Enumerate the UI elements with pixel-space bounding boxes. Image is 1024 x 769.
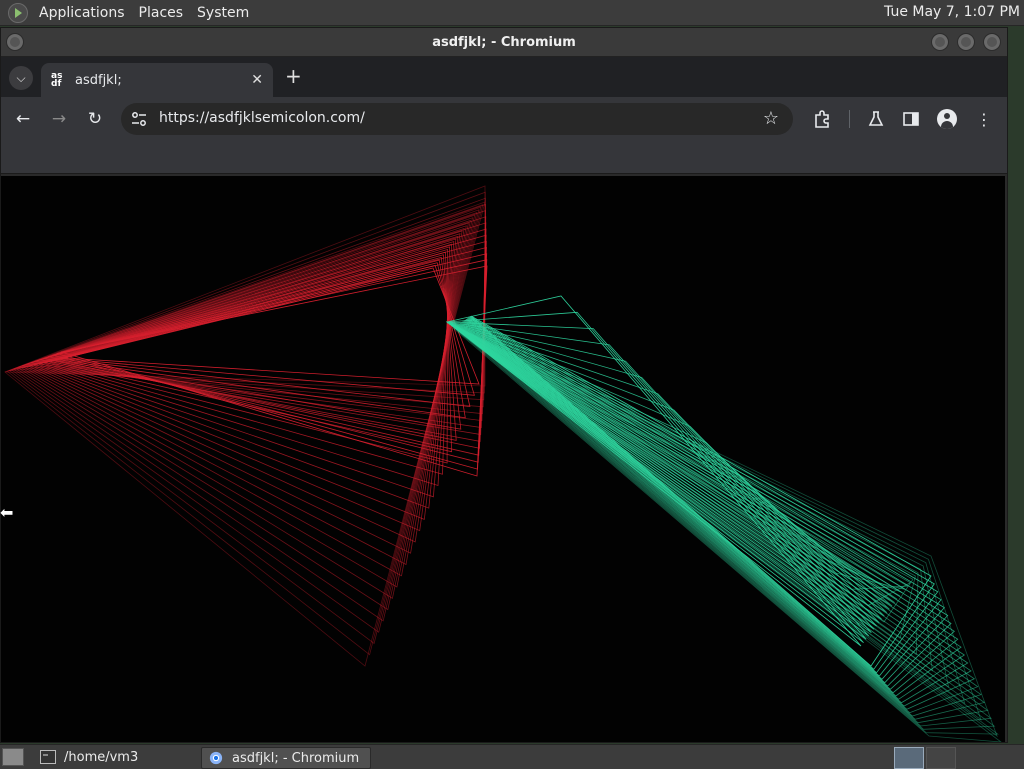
red-line [4, 201, 486, 667]
green-line [446, 321, 875, 630]
side-panel-icon[interactable] [902, 110, 920, 128]
red-line [4, 185, 486, 387]
applications-menu[interactable]: Applications [32, 5, 132, 21]
forward-arrow-icon[interactable]: → [50, 109, 68, 129]
star-icon[interactable]: ☆ [763, 108, 779, 129]
url-text[interactable]: https://asdfjklsemicolon.com/ [159, 110, 365, 126]
distro-logo-icon[interactable] [8, 2, 28, 23]
puzzle-icon[interactable] [813, 110, 831, 128]
line-art-canvas [4, 185, 1002, 742]
minimize-button[interactable] [931, 33, 949, 51]
terminal-icon [40, 750, 56, 764]
tune-icon[interactable] [131, 111, 147, 127]
tab-search-button[interactable]: ⌵ [9, 66, 33, 90]
red-line [48, 246, 487, 456]
system-menu[interactable]: System [190, 5, 256, 21]
browser-toolbar: ← → ↻ https://asdfjklsemicolon.com/ ☆ ⋮ [1, 97, 1007, 141]
red-line [50, 251, 453, 453]
kebab-menu-icon[interactable]: ⋮ [975, 110, 993, 129]
workspace-switcher-1[interactable] [894, 747, 924, 769]
window-titlebar[interactable]: asdfjkl; - Chromium [1, 28, 1007, 57]
top-panel: Applications Places System Tue May 7, 1:… [0, 0, 1024, 26]
window-title: asdfjkl; - Chromium [432, 34, 576, 50]
red-line-triangles [4, 185, 488, 667]
panel-menu: Applications Places System [0, 0, 256, 25]
browser-window: asdfjkl; - Chromium ⌵ as df asdfjkl; ✕ +… [0, 27, 1008, 743]
chevron-down-icon: ⌵ [16, 70, 26, 85]
taskbar: /home/vm3 asdfjkl; - Chromium [0, 744, 1024, 769]
window-menu-button[interactable] [6, 33, 24, 51]
address-bar[interactable]: https://asdfjklsemicolon.com/ ☆ [121, 103, 793, 135]
taskbar-item-terminal[interactable]: /home/vm3 [34, 747, 194, 767]
site-favicon-icon: as df [51, 71, 63, 89]
tab-strip: ⌵ as df asdfjkl; ✕ + [1, 57, 1007, 97]
chromium-icon [209, 751, 223, 765]
toolbar-separator [849, 110, 850, 128]
taskbar-item-label: asdfjkl; - Chromium [232, 750, 360, 766]
reload-icon[interactable]: ↻ [86, 109, 104, 129]
show-desktop-icon[interactable] [2, 748, 24, 766]
red-line [6, 203, 484, 656]
panel-clock[interactable]: Tue May 7, 1:07 PM [884, 4, 1020, 20]
close-icon[interactable]: ✕ [251, 72, 263, 88]
back-arrow-icon[interactable]: ← [14, 109, 32, 129]
workspace-switcher-2[interactable] [926, 747, 956, 769]
new-tab-button[interactable]: + [285, 66, 302, 86]
mouse-cursor-icon: ⬅ [0, 503, 14, 522]
flask-icon[interactable] [867, 110, 885, 128]
green-line-triangles [445, 295, 1002, 742]
tab-active[interactable]: as df asdfjkl; ✕ [41, 63, 273, 97]
red-line [25, 225, 467, 566]
red-line [56, 259, 488, 470]
web-page-content[interactable] [1, 176, 1005, 742]
tab-title: asdfjkl; [75, 72, 122, 88]
taskbar-item-chromium[interactable]: asdfjkl; - Chromium [201, 747, 371, 769]
maximize-button[interactable] [957, 33, 975, 51]
person-icon[interactable] [937, 109, 957, 129]
bookmarks-bar [1, 141, 1007, 174]
taskbar-item-label: /home/vm3 [64, 749, 139, 765]
close-window-button[interactable] [983, 33, 1001, 51]
places-menu[interactable]: Places [132, 5, 191, 21]
